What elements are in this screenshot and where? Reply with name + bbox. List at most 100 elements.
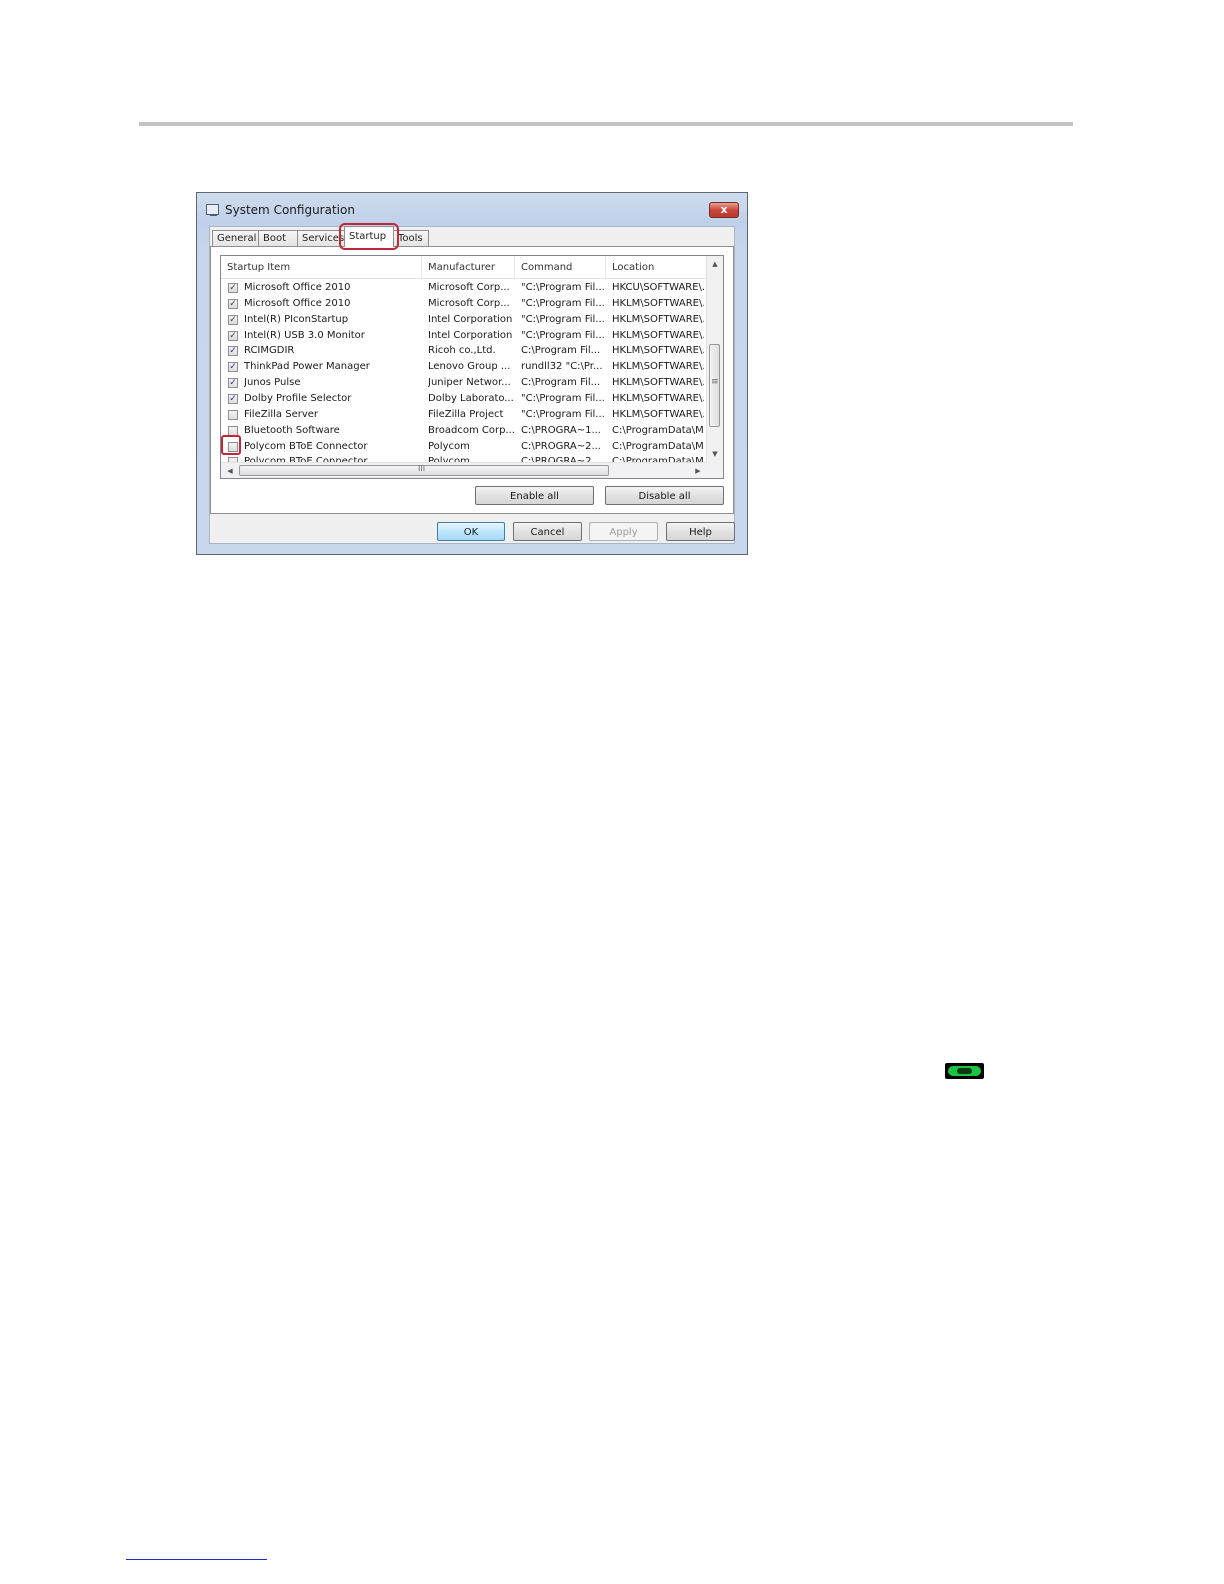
cell-manufacturer: Microsoft Corp... xyxy=(428,297,510,309)
table-row[interactable]: FileZilla Server FileZilla Project "C:\Pro… xyxy=(221,408,707,424)
table-row[interactable]: Polycom BToE Connector Polycom C:\PROGRA~2… xyxy=(221,440,707,456)
system-config-icon xyxy=(206,204,219,216)
startup-item-checkbox[interactable]: ✓ xyxy=(228,362,238,373)
help-button[interactable]: Help xyxy=(666,522,735,541)
cell-command: C:\Program Fil... xyxy=(521,377,601,389)
table-row[interactable]: ✓ Intel(R) USB 3.0 Monitor Intel Corporati… xyxy=(221,329,707,345)
table-row[interactable]: ✓ Microsoft Office 2010 Microsoft Corp... "… xyxy=(221,281,707,297)
scroll-right-icon[interactable]: ▶ xyxy=(691,463,705,478)
cancel-button[interactable]: Cancel xyxy=(513,522,582,541)
vertical-scrollbar[interactable]: ▲ ≡ ▼ xyxy=(706,256,723,462)
cell-location: HKLM\SOFTWARE\... xyxy=(612,408,704,420)
cell-command: "C:\Program Fil... xyxy=(521,408,605,420)
cell-item: FileZilla Server xyxy=(244,408,319,420)
close-button[interactable]: x xyxy=(709,202,739,218)
cell-manufacturer: FileZilla Project xyxy=(428,408,504,420)
cell-location: HKLM\SOFTWARE\... xyxy=(612,392,704,404)
startup-item-checkbox[interactable]: ✓ xyxy=(228,330,238,341)
startup-item-checkbox[interactable]: ✓ xyxy=(228,393,238,404)
tab-boot-label: Boot xyxy=(263,233,287,244)
list-rows: ✓ Microsoft Office 2010 Microsoft Corp... "… xyxy=(221,279,707,462)
cell-location: C:\ProgramData\Mic... xyxy=(612,424,704,436)
cell-manufacturer: Juniper Networ... xyxy=(428,377,511,389)
table-row[interactable]: Polycom BToE Connector Polycom C:\PROGRA~2… xyxy=(221,455,707,462)
cell-location: HKCU\SOFTWARE\... xyxy=(612,282,704,293)
cell-command: C:\Program Fil... xyxy=(521,345,601,357)
column-startup-item[interactable]: Startup Item xyxy=(221,256,422,278)
checkmark-icon: ✓ xyxy=(229,283,237,293)
table-row[interactable]: ✓ Microsoft Office 2010 Microsoft Corp... "… xyxy=(221,297,707,313)
cell-item: Dolby Profile Selector xyxy=(244,392,352,404)
checkmark-icon: ✓ xyxy=(229,393,237,404)
startup-tab-callout xyxy=(339,223,399,250)
cell-location: HKLM\SOFTWARE\... xyxy=(612,313,704,325)
cell-command: "C:\Program Fil... xyxy=(521,297,605,309)
footnote-rule xyxy=(126,1559,267,1560)
checkmark-icon: ✓ xyxy=(229,346,237,357)
cell-manufacturer: Intel Corporation xyxy=(428,329,513,341)
tab-general[interactable]: General xyxy=(212,230,259,246)
startup-item-checkbox[interactable] xyxy=(228,409,238,420)
horizontal-scrollbar[interactable]: ◀ III ▶ xyxy=(221,462,707,478)
cell-item: ThinkPad Power Manager xyxy=(244,361,370,373)
table-row[interactable]: ✓ Junos Pulse Juniper Networ... C:\Program … xyxy=(221,376,707,392)
dialog-title: System Configuration xyxy=(225,203,355,217)
checkmark-icon: ✓ xyxy=(229,362,237,373)
vscroll-grip: ≡ xyxy=(711,377,719,387)
cell-item: Bluetooth Software xyxy=(244,424,340,436)
table-row[interactable]: Bluetooth Software Broadcom Corp... C:\PRO… xyxy=(221,424,707,440)
horizontal-scroll-thumb[interactable]: III xyxy=(239,464,609,476)
startup-item-checkbox[interactable]: ✓ xyxy=(228,346,238,357)
ok-button[interactable]: OK xyxy=(437,522,505,541)
table-row[interactable]: ✓ ThinkPad Power Manager Lenovo Group ... r… xyxy=(221,360,707,376)
cell-location: HKLM\SOFTWARE\... xyxy=(612,297,704,309)
hscroll-grip: III xyxy=(418,464,426,473)
enable-all-button[interactable]: Enable all xyxy=(475,486,594,505)
cell-item: Microsoft Office 2010 xyxy=(244,297,351,309)
table-row[interactable]: ✓ Dolby Profile Selector Dolby Laborato...… xyxy=(221,392,707,408)
tab-boot[interactable]: Boot xyxy=(258,230,298,246)
column-manufacturer[interactable]: Manufacturer xyxy=(422,256,515,278)
title-bar[interactable]: System Configuration x xyxy=(197,193,747,225)
scroll-left-icon[interactable]: ◀ xyxy=(223,463,237,478)
cell-command: rundll32 "C:\Pr... xyxy=(521,361,603,373)
cell-item: Intel(R) USB 3.0 Monitor xyxy=(244,329,365,341)
cell-command: "C:\Program Fil... xyxy=(521,282,605,293)
cell-manufacturer: Polycom xyxy=(428,440,470,452)
cell-item: Junos Pulse xyxy=(244,377,301,389)
cell-manufacturer: Dolby Laborato... xyxy=(428,392,514,404)
cell-manufacturer: Microsoft Corp... xyxy=(428,282,510,293)
startup-item-checkbox[interactable]: ✓ xyxy=(228,283,238,293)
apply-button[interactable]: Apply xyxy=(589,522,658,541)
cell-command: "C:\Program Fil... xyxy=(521,329,605,341)
disable-all-button[interactable]: Disable all xyxy=(605,486,724,505)
startup-item-checkbox[interactable]: ✓ xyxy=(228,314,238,325)
scroll-corner xyxy=(707,462,723,478)
tab-tools-label: Tools xyxy=(398,233,423,244)
column-header-row: Startup Item Manufacturer Command Locati… xyxy=(221,256,707,279)
cell-command: "C:\Program Fil... xyxy=(521,313,605,325)
checkmark-icon: ✓ xyxy=(229,314,237,325)
startup-item-checkbox[interactable]: ✓ xyxy=(228,378,238,389)
startup-item-checkbox[interactable]: ✓ xyxy=(228,298,238,309)
table-row[interactable]: ✓ Intel(R) PIconStartup Intel Corporation "… xyxy=(221,313,707,329)
startup-items-list[interactable]: Startup Item Manufacturer Command Locati… xyxy=(220,255,724,479)
scroll-up-icon[interactable]: ▲ xyxy=(707,256,723,272)
column-location[interactable]: Location xyxy=(606,256,707,278)
tab-general-label: General xyxy=(217,233,257,244)
cell-command: "C:\Program Fil... xyxy=(521,392,605,404)
cell-item: Microsoft Office 2010 xyxy=(244,282,351,293)
tab-services[interactable]: Services xyxy=(297,230,345,246)
scroll-down-icon[interactable]: ▼ xyxy=(707,446,723,462)
checkmark-icon: ✓ xyxy=(229,330,237,341)
cell-item: Intel(R) PIconStartup xyxy=(244,313,349,325)
cell-location: HKLM\SOFTWARE\... xyxy=(612,377,704,389)
cell-location: HKLM\SOFTWARE\... xyxy=(612,329,704,341)
table-row[interactable]: ✓ RCIMGDIR Ricoh co.,Ltd. C:\Program Fil...… xyxy=(221,344,707,360)
vertical-scroll-thumb[interactable]: ≡ xyxy=(709,344,720,427)
cell-manufacturer: Intel Corporation xyxy=(428,313,513,325)
tab-services-label: Services xyxy=(302,233,345,244)
battery-indicator-icon xyxy=(945,1063,984,1079)
column-command[interactable]: Command xyxy=(515,256,606,278)
close-icon: x xyxy=(720,203,728,216)
